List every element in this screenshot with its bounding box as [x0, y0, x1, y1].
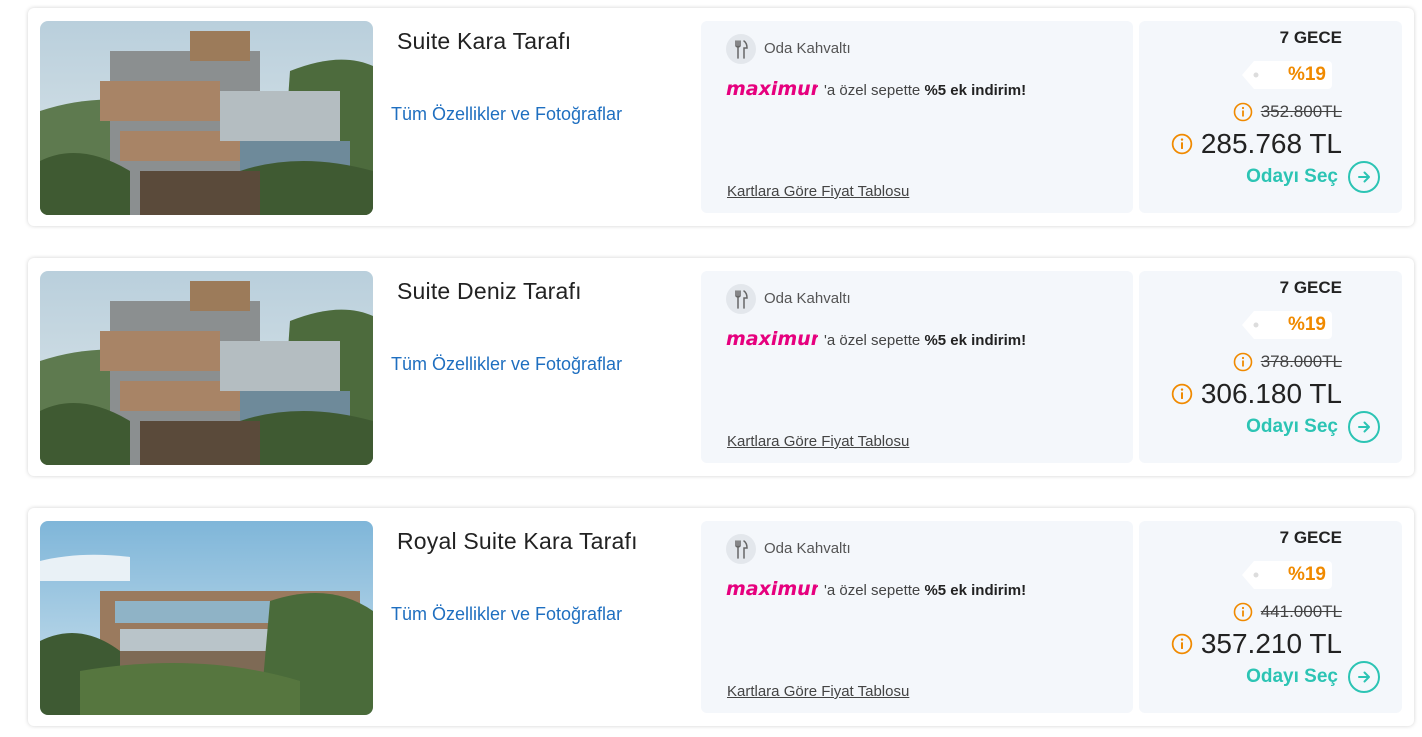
new-price: 285.768 TL: [1200, 128, 1342, 159]
price-panel: 7 GECE %19 441.000TL 357.210 TL Odayı Se…: [1139, 521, 1402, 713]
details-link[interactable]: Tüm Özellikler ve Fotoğraflar: [391, 354, 622, 375]
maximum-logo-text: maximum: [726, 328, 818, 350]
promo-highlight: %5 ek indirim!: [924, 332, 1027, 349]
room-title: Royal Suite Kara Tarafı: [397, 528, 638, 554]
info-icon[interactable]: [1233, 102, 1253, 122]
old-price-row: 441.000TL: [1233, 602, 1342, 622]
hotel-building-image: [40, 521, 373, 715]
hotel-building-image: [40, 271, 373, 465]
select-room-button[interactable]: Odayı Seç: [1246, 161, 1380, 193]
room-photo[interactable]: [40, 21, 373, 215]
meal-plan-label: Oda Kahvaltı: [764, 290, 851, 307]
room-photo[interactable]: [40, 521, 373, 715]
discount-badge: %19: [1287, 64, 1326, 85]
price-panel: 7 GECE %19 352.800TL 285.768 TL Odayı Se…: [1139, 21, 1402, 213]
info-icon[interactable]: [1171, 383, 1193, 405]
board-panel: Oda Kahvaltı maximum 'a özel sepette %5 …: [701, 521, 1133, 713]
details-link[interactable]: Tüm Özellikler ve Fotoğraflar: [391, 604, 622, 625]
meal-plan-label: Oda Kahvaltı: [764, 540, 851, 557]
price-tag-icon: %19: [1242, 61, 1332, 89]
info-icon[interactable]: [1233, 352, 1253, 372]
room-list: Suite Kara Tarafı Tüm Özellikler ve Foto…: [0, 0, 1422, 737]
board-panel: Oda Kahvaltı maximum 'a özel sepette %5 …: [701, 21, 1133, 213]
select-room-label: Odayı Seç: [1246, 416, 1338, 437]
maximum-logo-text: maximum: [726, 578, 818, 600]
cutlery-icon: [726, 284, 756, 314]
new-price-row: 357.210 TL: [1171, 628, 1342, 660]
promo-text: 'a özel sepette %5 ek indirim!: [824, 82, 1026, 99]
card-price-table-link[interactable]: Kartlara Göre Fiyat Tablosu: [727, 433, 909, 450]
new-price: 306.180 TL: [1200, 378, 1342, 409]
maximum-logo: maximum: [726, 77, 818, 101]
board-panel: Oda Kahvaltı maximum 'a özel sepette %5 …: [701, 271, 1133, 463]
promo-highlight: %5 ek indirim!: [924, 82, 1027, 99]
select-room-label: Odayı Seç: [1246, 166, 1338, 187]
old-price: 378.000TL: [1260, 352, 1342, 371]
new-price: 357.210 TL: [1200, 628, 1342, 659]
maximum-logo: maximum: [726, 577, 818, 601]
details-link[interactable]: Tüm Özellikler ve Fotoğraflar: [391, 104, 622, 125]
info-icon[interactable]: [1171, 133, 1193, 155]
promo-text: 'a özel sepette %5 ek indirim!: [824, 582, 1026, 599]
promo-prefix: 'a özel sepette: [824, 82, 925, 99]
info-icon[interactable]: [1171, 633, 1193, 655]
room-title: Suite Kara Tarafı: [397, 28, 572, 54]
promo-highlight: %5 ek indirim!: [924, 582, 1027, 599]
card-price-table-link[interactable]: Kartlara Göre Fiyat Tablosu: [727, 683, 909, 700]
new-price-row: 285.768 TL: [1171, 128, 1342, 160]
cutlery-icon: [726, 34, 756, 64]
nights-label: 7 GECE: [1279, 28, 1342, 47]
cutlery-icon: [726, 534, 756, 564]
new-price-row: 306.180 TL: [1171, 378, 1342, 410]
room-card: Suite Kara Tarafı Tüm Özellikler ve Foto…: [28, 8, 1414, 226]
nights-label: 7 GECE: [1279, 528, 1342, 547]
old-price: 441.000TL: [1260, 602, 1342, 621]
info-icon[interactable]: [1233, 602, 1253, 622]
select-room-button[interactable]: Odayı Seç: [1246, 411, 1380, 443]
old-price: 352.800TL: [1260, 102, 1342, 121]
meal-plan-label: Oda Kahvaltı: [764, 40, 851, 57]
select-room-button[interactable]: Odayı Seç: [1246, 661, 1380, 693]
price-tag-icon: %19: [1242, 561, 1332, 589]
arrow-right-circle-icon: [1348, 661, 1380, 693]
card-price-table-link[interactable]: Kartlara Göre Fiyat Tablosu: [727, 183, 909, 200]
select-room-label: Odayı Seç: [1246, 666, 1338, 687]
arrow-right-circle-icon: [1348, 411, 1380, 443]
promo-text: 'a özel sepette %5 ek indirim!: [824, 332, 1026, 349]
room-card: Suite Deniz Tarafı Tüm Özellikler ve Fot…: [28, 258, 1414, 476]
promo-prefix: 'a özel sepette: [824, 582, 925, 599]
discount-badge: %19: [1287, 314, 1326, 335]
old-price-row: 352.800TL: [1233, 102, 1342, 122]
hotel-building-image: [40, 21, 373, 215]
arrow-right-circle-icon: [1348, 161, 1380, 193]
room-photo[interactable]: [40, 271, 373, 465]
room-title: Suite Deniz Tarafı: [397, 278, 582, 304]
nights-label: 7 GECE: [1279, 278, 1342, 297]
room-card: Royal Suite Kara Tarafı Tüm Özellikler v…: [28, 508, 1414, 726]
price-panel: 7 GECE %19 378.000TL 306.180 TL Odayı Se…: [1139, 271, 1402, 463]
old-price-row: 378.000TL: [1233, 352, 1342, 372]
price-tag-icon: %19: [1242, 311, 1332, 339]
promo-prefix: 'a özel sepette: [824, 332, 925, 349]
maximum-logo: maximum: [726, 327, 818, 351]
maximum-logo-text: maximum: [726, 78, 818, 100]
discount-badge: %19: [1287, 564, 1326, 585]
